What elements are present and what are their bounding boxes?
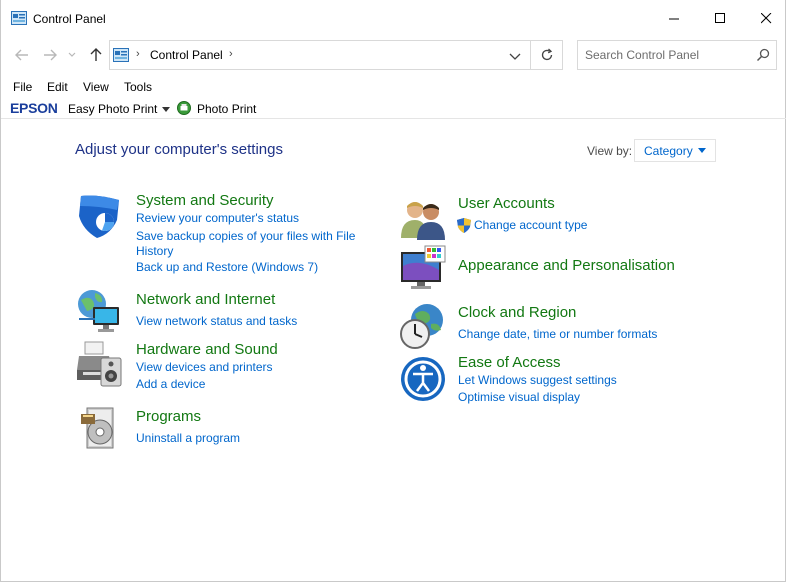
- category-ease-of-access[interactable]: Ease of Access: [458, 354, 561, 371]
- close-button[interactable]: [743, 0, 786, 36]
- menu-tools[interactable]: Tools: [124, 80, 152, 94]
- clock-globe-icon[interactable]: [399, 302, 447, 350]
- address-bar[interactable]: › Control Panel ›: [109, 40, 531, 70]
- caret-down-icon: [698, 148, 706, 153]
- ease-of-access-icon[interactable]: [399, 355, 447, 403]
- category-network-internet[interactable]: Network and Internet: [136, 291, 275, 308]
- control-panel-window: Control Panel › Control Panel › Search C…: [0, 0, 786, 582]
- control-panel-icon: [11, 11, 27, 25]
- search-placeholder: Search Control Panel: [585, 48, 700, 62]
- photo-print-icon: [177, 101, 191, 115]
- link-file-history-line2[interactable]: History: [136, 244, 173, 259]
- link-file-history-line1[interactable]: Save backup copies of your files with Fi…: [136, 229, 355, 244]
- view-by-label: View by:: [587, 144, 633, 158]
- arrow-up-icon: [90, 48, 102, 61]
- title-bar[interactable]: Control Panel: [1, 0, 786, 38]
- category-hardware-sound[interactable]: Hardware and Sound: [136, 341, 278, 358]
- link-windows-suggest-settings[interactable]: Let Windows suggest settings: [458, 373, 617, 388]
- category-user-accounts[interactable]: User Accounts: [458, 195, 555, 212]
- link-devices-printers[interactable]: View devices and printers: [136, 360, 273, 375]
- link-add-device[interactable]: Add a device: [136, 377, 205, 392]
- toolbar-divider: [1, 118, 786, 119]
- back-button[interactable]: [11, 44, 33, 66]
- forward-button[interactable]: [39, 44, 61, 66]
- arrow-left-icon: [15, 49, 28, 61]
- globe-network-icon[interactable]: [75, 287, 123, 335]
- link-optimise-visual-display[interactable]: Optimise visual display: [458, 390, 580, 405]
- menu-edit[interactable]: Edit: [47, 80, 68, 94]
- arrow-right-icon: [44, 49, 57, 61]
- category-programs[interactable]: Programs: [136, 408, 201, 425]
- menu-view[interactable]: View: [83, 80, 109, 94]
- link-network-status[interactable]: View network status and tasks: [136, 314, 297, 329]
- link-backup-restore[interactable]: Back up and Restore (Windows 7): [136, 260, 318, 275]
- search-icon[interactable]: [756, 48, 770, 62]
- chevron-down-icon: [68, 52, 76, 57]
- users-icon[interactable]: [399, 196, 447, 244]
- maximize-icon: [714, 12, 725, 23]
- photo-print-button[interactable]: Photo Print: [197, 102, 256, 116]
- dropdown-arrow-icon[interactable]: [162, 107, 170, 112]
- breadcrumb-chevron-icon[interactable]: ›: [136, 48, 140, 60]
- link-uninstall-program[interactable]: Uninstall a program: [136, 431, 240, 446]
- menu-bar: File Edit View Tools: [1, 78, 786, 96]
- epson-toolbar: EPSON Easy Photo Print Photo Print: [1, 98, 786, 118]
- chevron-down-icon[interactable]: [508, 49, 522, 63]
- menu-file[interactable]: File: [13, 80, 32, 94]
- control-panel-icon: [113, 48, 129, 62]
- epson-logo: EPSON: [10, 100, 58, 116]
- refresh-icon: [541, 48, 552, 61]
- uac-shield-icon: [457, 218, 471, 233]
- view-by-dropdown[interactable]: Category: [634, 139, 716, 162]
- link-review-status[interactable]: Review your computer's status: [136, 211, 299, 226]
- link-change-account-type[interactable]: Change account type: [474, 218, 587, 233]
- navigation-bar: › Control Panel › Search Control Panel: [1, 38, 786, 72]
- link-date-time-formats[interactable]: Change date, time or number formats: [458, 327, 657, 342]
- refresh-button[interactable]: [531, 40, 563, 70]
- minimize-icon: [668, 18, 679, 19]
- search-input[interactable]: Search Control Panel: [577, 40, 777, 70]
- category-appearance-personalisation[interactable]: Appearance and Personalisation: [458, 257, 675, 274]
- close-icon: [760, 12, 771, 23]
- page-title: Adjust your computer's settings: [75, 141, 283, 158]
- printer-speaker-icon[interactable]: [75, 340, 123, 388]
- window-title: Control Panel: [33, 12, 106, 26]
- maximize-button[interactable]: [697, 0, 743, 36]
- up-button[interactable]: [85, 44, 107, 66]
- recent-locations-button[interactable]: [65, 44, 79, 66]
- breadcrumb-control-panel[interactable]: Control Panel: [150, 48, 223, 62]
- easy-photo-print-button[interactable]: Easy Photo Print: [68, 102, 157, 116]
- category-clock-region[interactable]: Clock and Region: [458, 304, 576, 321]
- shield-icon[interactable]: [75, 192, 123, 240]
- programs-disc-icon[interactable]: [77, 404, 125, 452]
- breadcrumb-chevron-icon[interactable]: ›: [229, 48, 233, 60]
- minimize-button[interactable]: [651, 0, 697, 36]
- view-by-value: Category: [644, 144, 693, 158]
- monitor-palette-icon[interactable]: [399, 244, 447, 292]
- category-system-security[interactable]: System and Security: [136, 192, 274, 209]
